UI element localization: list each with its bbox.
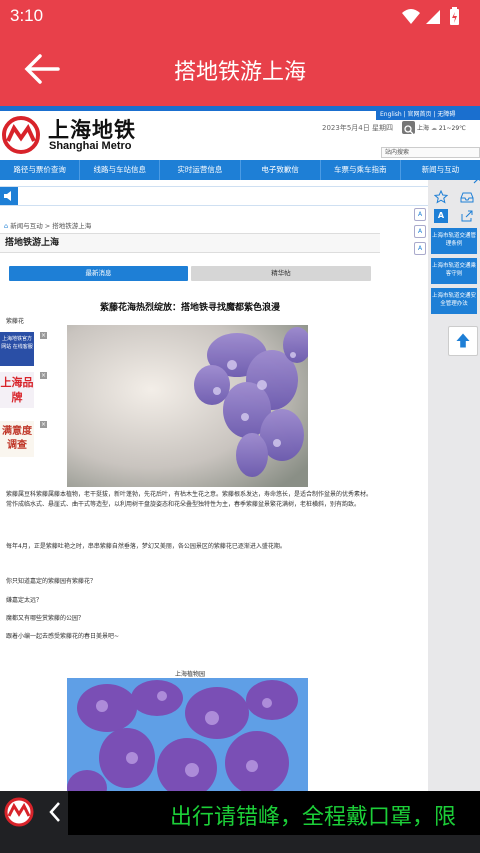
app-bar: 搭地铁游上海 [0,34,480,106]
arrow-up-icon [456,333,470,348]
weather: 上海 ☁ 21~29℃ [417,123,466,132]
share-icon[interactable] [460,209,474,223]
close-icon[interactable]: × [40,372,47,379]
ad-online-service[interactable]: 上海地铁官方网站 在线客服 [0,332,34,366]
webview: English | 官网首页 | 无障碍 上海地铁 Shanghai Metro… [0,106,480,803]
metro-logo-icon[interactable] [4,797,34,827]
ad-shanghai-brand-text: 上海品牌 [0,376,34,404]
nav-item-route[interactable]: 路径与票价查询 [0,160,81,180]
nav-item-lines[interactable]: 线路与车站信息 [80,160,161,180]
search-icon[interactable] [402,121,415,135]
nav-item-news[interactable]: 新闻与互动 [401,160,480,180]
cloud-icon: ☁ [430,125,437,132]
signal-icon [426,10,440,24]
status-icons [402,7,459,25]
ad-satisfaction-text: 满意度调查 [2,426,32,451]
font-large-button[interactable]: A [414,242,426,255]
breadcrumb-text[interactable]: 新闻与互动 > 搭地铁游上海 [10,222,91,230]
rule-button-2[interactable]: 上海市轨道交通乘客守则 [431,258,477,284]
status-time: 3:10 [10,6,44,25]
question-2: 嫌嘉定太远？ [6,597,43,604]
expand-icon[interactable] [473,176,480,184]
tab-featured[interactable]: 精华帖 [191,266,371,281]
ticker-text: 出行请错峰，全程戴口罩，限 [170,805,457,830]
ad-satisfaction-survey[interactable]: 满意度调查 [0,421,34,457]
battery-icon [450,7,459,25]
star-icon[interactable] [434,190,448,204]
tab-latest[interactable]: 最新消息 [9,266,188,281]
date-text: 2023年5月4日 星期四 [322,124,393,132]
weather-city: 上海 [417,125,430,132]
font-small-button[interactable]: A [414,208,426,221]
article-title: 紫藤花海热烈绽放：搭地铁寻找魔都紫色浪漫 [99,303,280,313]
question-1: 你只知道嘉定的紫藤园有紫藤花？ [6,578,97,585]
wisteria-image [67,325,308,487]
top-links[interactable]: English | 官网首页 | 无障碍 [376,110,480,120]
scroll-top-button[interactable] [448,326,478,356]
nav-item-apology[interactable]: 电子致歉信 [241,160,321,180]
speaker-icon[interactable] [0,187,18,205]
rule-button-1[interactable]: 上海市轨道交通管理条例 [431,228,477,254]
close-icon[interactable]: × [40,421,47,428]
nav-item-tickets[interactable]: 车票与乘车指南 [321,160,401,180]
wifi-icon [402,9,420,24]
status-bar: 3:10 [0,0,480,34]
inbox-icon[interactable] [460,190,474,204]
tabs: 最新消息 精华帖 [9,266,371,281]
main-nav: 路径与票价查询 线路与车站信息 实时运营信息 电子致歉信 车票与乘车指南 新闻与… [0,160,480,180]
breadcrumb: ⌂ 新闻与互动 > 搭地铁游上海 [4,220,91,230]
weather-temp: 21~29℃ [438,125,466,132]
caption-botanical-garden: 上海植物园 [174,671,205,678]
paragraph-2: 每年4月，正是紫藤吐艳之时，串串紫藤自然垂落，梦幻又美丽，各公园景区的紫藤花已逐… [6,543,286,550]
ad-shanghai-brand[interactable]: 上海品牌 [0,372,34,408]
question-4: 跟着小编一起去感受紫藤花的春日美景吧~ [6,633,120,640]
font-medium-button[interactable]: A [414,225,426,238]
subnav-bar [0,186,430,206]
page-heading: 搭地铁游上海 [0,233,380,253]
nav-item-realtime[interactable]: 实时运营信息 [160,160,241,180]
close-icon[interactable]: × [40,332,47,339]
botanical-garden-image [67,678,308,803]
right-toolbar: A 上海市轨道交通管理条例 上海市轨道交通乘客守则 上海市轨道交通安全管理办法 [428,176,480,802]
site-logo[interactable]: 上海地铁 Shanghai Metro [2,112,152,158]
question-3: 魔都又有哪些赏紫藤的公园？ [6,615,85,622]
ad-online-service-text: 上海地铁官方网站 在线客服 [1,336,33,350]
metro-logo-icon [2,116,40,154]
ticker: 出行请错峰，全程戴口罩，限 [68,791,480,835]
paragraph-1: 紫藤属豆科紫藤属藤本植物，老干挺拔，新叶蓬勃，先花后叶，有枯木生花之意。紫藤根系… [6,491,373,508]
caption-wisteria: 紫藤花 [6,318,25,325]
chevron-left-icon[interactable] [45,797,65,827]
app-title: 搭地铁游上海 [173,60,306,85]
logo-en: Shanghai Metro [49,140,132,152]
rule-button-3[interactable]: 上海市轨道交通安全管理办法 [431,288,477,314]
search-input[interactable]: 站内搜索 [381,147,480,158]
font-toggle-icon[interactable]: A [434,209,448,223]
footer-bar: 出行请错峰，全程戴口罩，限 [0,791,480,853]
home-icon[interactable]: ⌂ [4,222,8,230]
